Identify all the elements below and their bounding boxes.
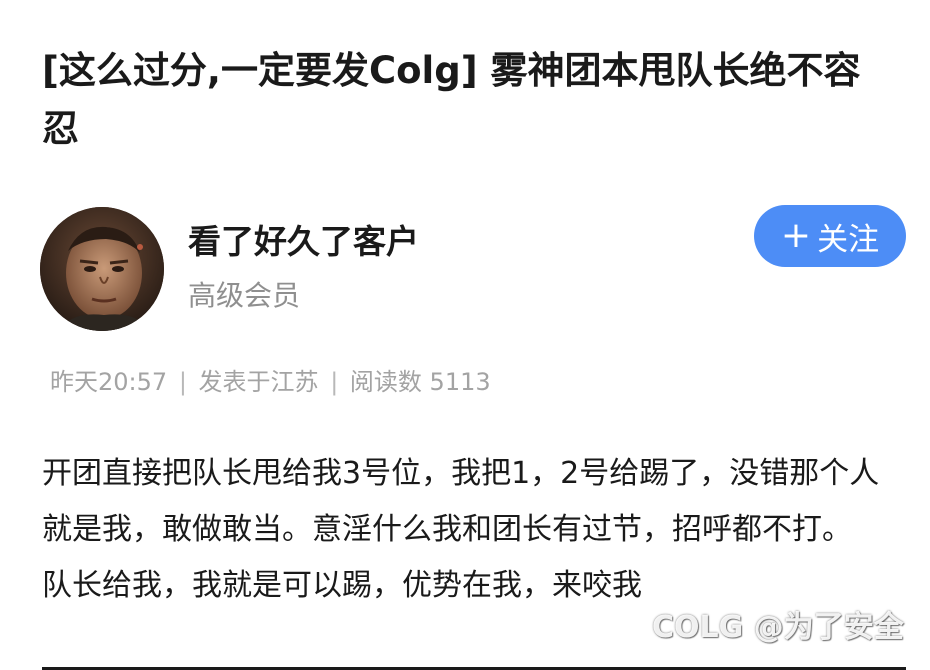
post-time: 昨天20:57 — [50, 368, 168, 396]
author-name[interactable]: 看了好久了客户 — [188, 220, 419, 264]
author-avatar[interactable] — [40, 207, 164, 331]
post-page: [这么过分,一定要发Colg] 雾神团本甩队长绝不容忍 看了好久了客户 高级会员… — [0, 0, 930, 670]
plus-icon: + — [780, 215, 812, 256]
content-paragraph: 开团直接把队长甩给我3号位，我把1，2号给踢了，没错那个人就是我，敢做敢当。意淫… — [42, 456, 880, 547]
meta-separator: | — [178, 368, 187, 396]
read-count: 阅读数 5113 — [349, 368, 491, 396]
author-rank-badge: 高级会员 — [188, 279, 301, 312]
follow-label: 关注 — [817, 221, 880, 258]
post-meta: 昨天20:57 | 发表于江苏 | 阅读数 5113 — [50, 364, 491, 400]
post-location: 发表于江苏 — [198, 368, 319, 396]
meta-separator: | — [330, 368, 339, 396]
watermark: COLG @为了安全 — [652, 610, 904, 645]
avatar-man-photo-icon — [40, 207, 164, 331]
content-paragraph: 队长给我，我就是可以踢，优势在我，来咬我 — [42, 568, 642, 603]
post-content: 开团直接把队长甩给我3号位，我把1，2号给踢了，没错那个人就是我，敢做敢当。意淫… — [42, 446, 892, 614]
post-title: [这么过分,一定要发Colg] 雾神团本甩队长绝不容忍 — [42, 49, 861, 150]
follow-button[interactable]: + 关注 — [754, 205, 906, 267]
